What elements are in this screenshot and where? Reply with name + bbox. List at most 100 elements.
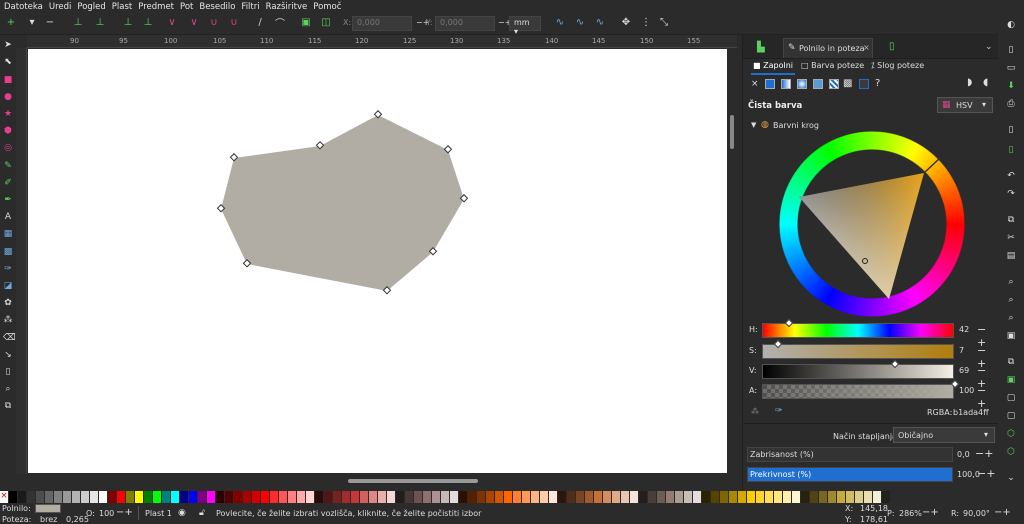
horizontal-scroll-thumb[interactable] <box>348 479 478 483</box>
palette-swatch[interactable] <box>837 491 846 503</box>
layers-icon[interactable]: ▙ <box>757 42 765 53</box>
palette-swatch[interactable] <box>720 491 729 503</box>
palette-swatch[interactable] <box>360 491 369 503</box>
help-icon[interactable]: ? <box>875 78 880 89</box>
join-segment-icon[interactable]: ⊥ <box>122 16 134 28</box>
mesh-tool-icon[interactable]: ▩ <box>3 247 13 257</box>
ellipse-tool-icon[interactable]: ● <box>3 92 13 102</box>
palette-swatch[interactable] <box>765 491 774 503</box>
zoom-field[interactable]: 286% <box>899 509 922 518</box>
palette-swatch[interactable] <box>342 491 351 503</box>
blur-value[interactable]: 0,0 <box>957 450 970 459</box>
saturation-value[interactable]: 7 <box>959 346 964 355</box>
palette-swatch[interactable] <box>63 491 72 503</box>
opacity-field[interactable]: 100 <box>99 509 114 518</box>
fill-indicator[interactable] <box>35 504 61 513</box>
tab-fill-stroke[interactable]: ✎ Polnilo in poteza × <box>783 38 873 58</box>
node-symmetric-icon[interactable]: ∪ <box>208 16 220 28</box>
spray-tool-icon[interactable]: ⁂ <box>3 315 13 325</box>
path-effect-icon[interactable]: ⋮ <box>640 16 652 28</box>
linear-gradient-icon[interactable] <box>781 79 791 89</box>
palette-swatch[interactable] <box>207 491 216 503</box>
palette-swatch[interactable] <box>18 491 27 503</box>
palette-swatch[interactable] <box>513 491 522 503</box>
palette-swatch[interactable] <box>693 491 702 503</box>
ungroup-icon[interactable]: ⬡ <box>1006 429 1016 439</box>
x-coordinate-field[interactable]: 0,000 <box>352 16 412 31</box>
node-tool-icon[interactable]: ⬉ <box>3 57 13 67</box>
unset-paint-icon[interactable] <box>859 79 869 89</box>
palette-swatch[interactable] <box>540 491 549 503</box>
path-clip-icon[interactable]: ⤡ <box>658 16 670 28</box>
palette-swatch[interactable] <box>387 491 396 503</box>
rgba-field[interactable]: b1ada4ff <box>953 408 989 417</box>
connector-tool-icon[interactable]: ↘ <box>3 350 13 360</box>
eraser-tool-icon[interactable]: ⌫ <box>3 333 16 343</box>
palette-swatch[interactable] <box>855 491 864 503</box>
zoom-selection-icon[interactable]: ⌕ <box>1006 277 1016 287</box>
palette-swatch[interactable] <box>405 491 414 503</box>
palette-swatch[interactable] <box>369 491 378 503</box>
palette-swatch[interactable] <box>810 491 819 503</box>
palette-swatch[interactable] <box>558 491 567 503</box>
palette-swatch[interactable] <box>270 491 279 503</box>
palette-swatch[interactable] <box>306 491 315 503</box>
palette-swatch[interactable] <box>189 491 198 503</box>
xml-editor-icon[interactable]: ⬡ <box>1006 447 1016 457</box>
radial-gradient-icon[interactable] <box>797 79 807 89</box>
layer-lock-icon[interactable]: 🔓︎ <box>199 508 205 518</box>
palette-swatch[interactable] <box>108 491 117 503</box>
palette-swatch[interactable] <box>351 491 360 503</box>
menu-item-file[interactable]: Datoteka <box>4 2 43 12</box>
current-layer[interactable]: Plast 1 <box>145 509 172 518</box>
palette-swatch[interactable] <box>594 491 603 503</box>
copy-icon[interactable]: ⧉ <box>1006 215 1016 225</box>
palette-swatch[interactable] <box>603 491 612 503</box>
opacity-slider[interactable]: Prekrivnost (%) <box>747 467 953 482</box>
hue-value[interactable]: 42 <box>959 325 969 334</box>
stroke-indicator[interactable]: brez <box>40 515 57 524</box>
opacity-stepper[interactable]: −+ <box>116 507 133 518</box>
swatch-icon[interactable]: ▩ <box>843 78 852 89</box>
palette-swatch[interactable] <box>792 491 801 503</box>
menu-item-view[interactable]: Pogled <box>77 2 105 12</box>
dropper-tool-icon[interactable]: ✑ <box>3 264 13 274</box>
palette-swatch[interactable] <box>198 491 207 503</box>
palette-swatch[interactable] <box>657 491 666 503</box>
palette-swatch[interactable] <box>36 491 45 503</box>
mesh-gradient-icon[interactable] <box>813 79 823 89</box>
show-handles-icon[interactable]: ∿ <box>554 16 566 28</box>
rectangle-tool-icon[interactable]: ■ <box>3 75 13 85</box>
edit-mask-icon[interactable]: ∿ <box>594 16 606 28</box>
palette-swatch[interactable] <box>450 491 459 503</box>
palette-swatch[interactable] <box>162 491 171 503</box>
fill-rule-evenodd-icon[interactable]: ◗ <box>967 77 972 88</box>
show-outline-icon[interactable]: ∿ <box>574 16 586 28</box>
zoom-page-icon[interactable]: ⌕ <box>1006 313 1016 323</box>
paste-icon[interactable]: ▤ <box>1006 251 1016 261</box>
paint-bucket-tool-icon[interactable]: ◪ <box>3 281 13 291</box>
zoom-drawing-icon[interactable]: ⌕ <box>1006 295 1016 305</box>
palette-swatch[interactable] <box>522 491 531 503</box>
palette-swatch[interactable] <box>747 491 756 503</box>
alpha-value[interactable]: 100 <box>959 386 974 395</box>
object-to-path-icon[interactable]: ▣ <box>300 16 312 28</box>
palette-swatch[interactable] <box>45 491 54 503</box>
palette-swatch[interactable] <box>126 491 135 503</box>
palette-swatch[interactable] <box>297 491 306 503</box>
palette-swatch[interactable] <box>801 491 810 503</box>
delete-node-icon[interactable]: − <box>44 16 56 28</box>
palette-swatch[interactable] <box>216 491 225 503</box>
palette-swatch[interactable] <box>279 491 288 503</box>
value-value[interactable]: 69 <box>959 366 969 375</box>
cut-icon[interactable]: ✂ <box>1006 233 1016 243</box>
color-wheel[interactable] <box>779 131 965 317</box>
subtab-fill[interactable]: ■ Zapolni <box>751 61 795 75</box>
calligraphy-tool-icon[interactable]: ✒ <box>3 195 13 205</box>
undo-icon[interactable]: ↶ <box>1006 171 1016 181</box>
subtab-stroke-style[interactable]: ⁒ Slog poteze <box>871 61 943 75</box>
unlink-clone-icon[interactable]: ▢ <box>1006 393 1016 403</box>
pencil-tool-icon[interactable]: ✐ <box>3 178 13 188</box>
palette-swatch[interactable] <box>495 491 504 503</box>
blend-mode-select[interactable]: Običajno ▾ <box>893 427 995 443</box>
